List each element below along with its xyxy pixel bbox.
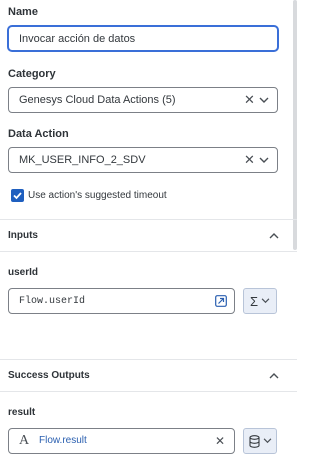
name-label: Name — [8, 6, 38, 18]
timeout-label: Use action's suggested timeout — [28, 190, 167, 201]
chevron-down-icon — [261, 298, 270, 304]
expression-mode-button[interactable]: Σ — [243, 288, 277, 314]
divider — [0, 359, 297, 360]
success-outputs-section-title: Success Outputs — [8, 370, 90, 381]
database-icon — [248, 434, 260, 448]
chevron-down-icon — [263, 438, 271, 444]
data-action-select-value: MK_USER_INFO_2_SDV — [19, 154, 146, 166]
divider — [0, 391, 297, 392]
userid-input[interactable]: Flow.userId — [8, 288, 235, 314]
divider — [0, 219, 297, 220]
userid-input-value: Flow.userId — [19, 295, 86, 307]
expand-icon[interactable] — [215, 295, 227, 307]
variable-type-button[interactable] — [243, 428, 277, 454]
result-input[interactable]: A Flow.result ✕ — [8, 428, 235, 454]
result-input-value: Flow.result — [39, 435, 87, 446]
name-input[interactable]: Invocar acción de datos — [8, 26, 278, 51]
category-select-value: Genesys Cloud Data Actions (5) — [19, 94, 176, 106]
chevron-up-icon[interactable] — [269, 232, 279, 239]
chevron-down-icon[interactable] — [259, 157, 269, 164]
data-action-select[interactable]: MK_USER_INFO_2_SDV ✕ — [8, 147, 278, 173]
close-icon[interactable]: ✕ — [244, 93, 255, 106]
result-label: result — [8, 407, 36, 418]
name-input-value: Invocar acción de datos — [19, 32, 136, 45]
close-icon[interactable]: ✕ — [215, 435, 225, 447]
chevron-up-icon[interactable] — [269, 372, 279, 379]
checkbox-icon — [13, 192, 22, 200]
userid-label: userId — [8, 267, 39, 278]
scrollbar[interactable] — [293, 0, 297, 250]
text-type-icon: A — [19, 433, 30, 448]
timeout-checkbox[interactable] — [11, 189, 24, 202]
close-icon[interactable]: ✕ — [244, 153, 255, 166]
data-action-label: Data Action — [8, 128, 69, 140]
sigma-icon: Σ — [249, 293, 259, 309]
inputs-section-title: Inputs — [8, 230, 38, 241]
category-label: Category — [8, 68, 56, 80]
category-select[interactable]: Genesys Cloud Data Actions (5) ✕ — [8, 87, 278, 113]
divider — [0, 251, 297, 252]
chevron-down-icon[interactable] — [259, 97, 269, 104]
